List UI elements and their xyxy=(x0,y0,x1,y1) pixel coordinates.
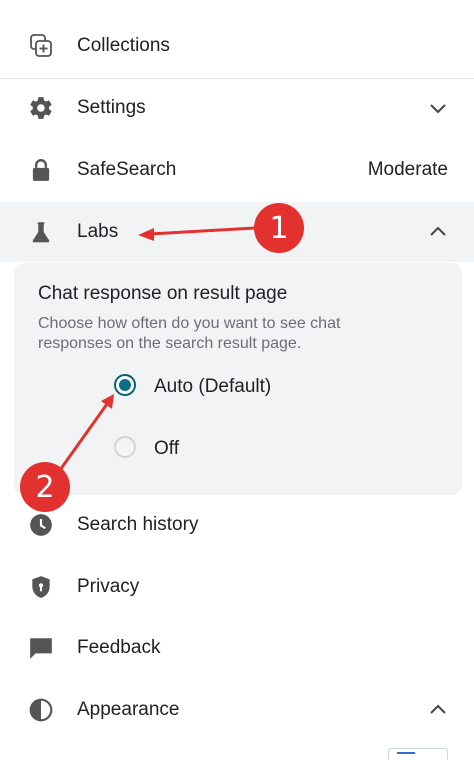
safesearch-value: Moderate xyxy=(367,159,448,180)
contrast-icon xyxy=(28,697,54,723)
radio-label-auto[interactable]: Auto (Default) xyxy=(154,376,271,398)
menu-item-appearance[interactable]: Appearance xyxy=(0,680,474,740)
menu-item-label: Collections xyxy=(77,35,170,56)
menu-item-label: Search history xyxy=(77,514,199,535)
menu-item-label: Privacy xyxy=(77,576,140,597)
bottom-control-stub xyxy=(388,748,448,760)
menu-item-label: Appearance xyxy=(77,699,180,720)
lock-icon xyxy=(28,157,54,183)
menu-item-feedback[interactable]: Feedback xyxy=(0,618,474,678)
panel-description: Choose how often do you want to see chat… xyxy=(38,315,341,352)
menu-item-collections[interactable]: Collections xyxy=(0,16,474,76)
flask-icon xyxy=(28,219,54,245)
menu-item-label: Feedback xyxy=(77,637,161,658)
menu-item-label: Labs xyxy=(77,221,119,242)
shield-icon xyxy=(28,574,54,600)
annotation-badge-2: 2 xyxy=(20,462,70,512)
chevron-up-icon[interactable] xyxy=(428,222,448,242)
menu-item-search-history[interactable]: Search history xyxy=(0,495,474,555)
menu-item-privacy[interactable]: Privacy xyxy=(0,557,474,617)
feedback-icon xyxy=(28,635,54,661)
radio-label-off[interactable]: Off xyxy=(154,438,179,460)
menu-item-safesearch[interactable]: SafeSearch Moderate xyxy=(0,140,474,200)
menu-item-settings[interactable]: Settings xyxy=(0,78,474,138)
gear-icon xyxy=(28,95,54,121)
radio-auto[interactable] xyxy=(114,374,136,396)
menu-item-label: SafeSearch xyxy=(77,159,177,180)
menu-item-label: Settings xyxy=(77,97,146,118)
clock-icon xyxy=(28,512,54,538)
chevron-down-icon[interactable] xyxy=(428,98,448,118)
annotation-badge-1: 1 xyxy=(254,203,304,253)
menu-item-labs[interactable]: Labs xyxy=(0,202,474,262)
labs-panel: Chat response on result page Choose how … xyxy=(14,263,462,495)
collections-icon xyxy=(28,33,54,59)
radio-off[interactable] xyxy=(114,436,136,458)
panel-title: Chat response on result page xyxy=(38,283,288,304)
chevron-up-icon[interactable] xyxy=(428,700,448,720)
